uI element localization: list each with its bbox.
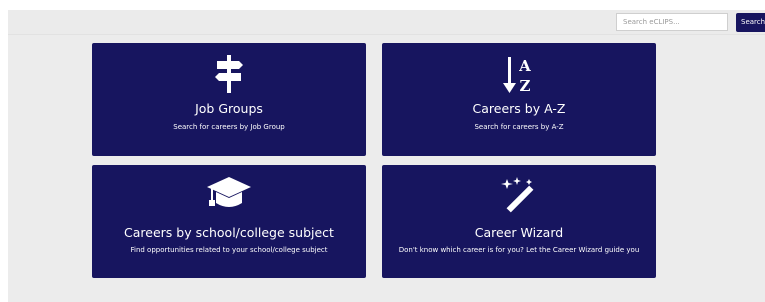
tile-subtitle: Find opportunities related to your schoo… <box>130 246 328 254</box>
svg-text:A: A <box>518 57 531 75</box>
tile-title: Job Groups <box>195 101 263 116</box>
magic-wand-icon <box>382 175 656 215</box>
tile-career-wizard[interactable]: Career Wizard Don't know which career is… <box>382 165 656 278</box>
tile-title: Careers by school/college subject <box>124 225 334 240</box>
top-bar: Search eCLIPS... Search <box>8 10 765 35</box>
page-frame: Search eCLIPS... Search Job Groups Searc… <box>8 10 765 302</box>
tile-school-subject[interactable]: Careers by school/college subject Find o… <box>92 165 366 278</box>
graduation-cap-icon <box>92 175 366 211</box>
tile-title: Careers by A-Z <box>472 101 566 116</box>
svg-text:Z: Z <box>520 77 531 95</box>
tile-careers-a-z[interactable]: A Z Careers by A-Z Search for careers by… <box>382 43 656 156</box>
search-input[interactable]: Search eCLIPS... <box>616 13 728 31</box>
tile-subtitle: Search for careers by Job Group <box>173 123 285 131</box>
signpost-icon <box>92 55 366 93</box>
tile-subtitle: Search for careers by A-Z <box>474 123 564 131</box>
tile-job-groups[interactable]: Job Groups Search for careers by Job Gro… <box>92 43 366 156</box>
tile-subtitle: Don't know which career is for you? Let … <box>398 246 640 254</box>
sort-a-z-icon: A Z <box>382 55 656 95</box>
tile-title: Career Wizard <box>474 225 564 240</box>
search-button[interactable]: Search <box>736 13 765 32</box>
